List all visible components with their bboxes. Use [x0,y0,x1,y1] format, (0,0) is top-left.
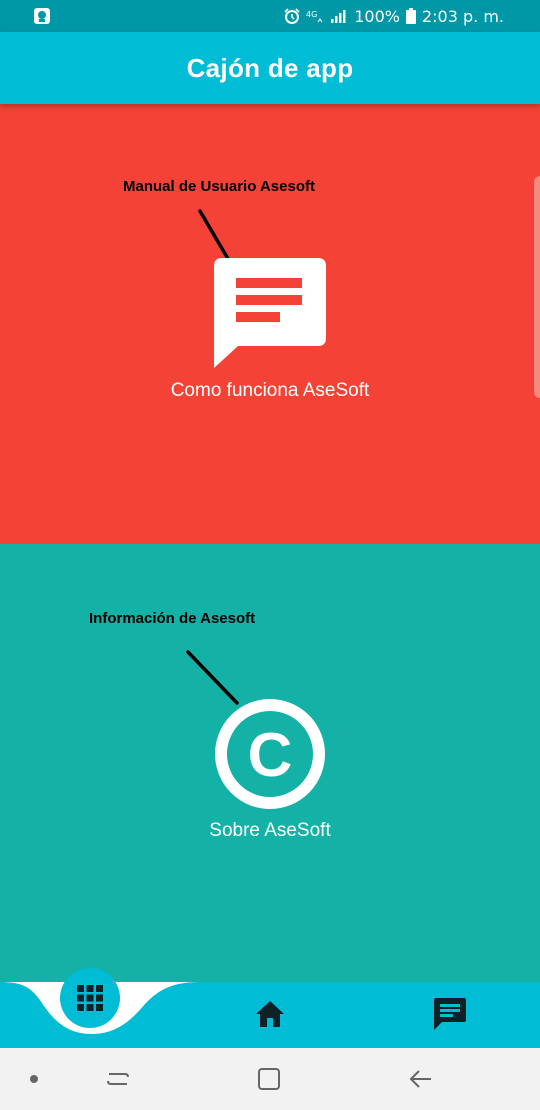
status-bar: 4G 100% 2:03 p. m. [0,0,540,32]
recent-apps-icon[interactable] [103,1064,133,1094]
battery-percent: 100% [354,6,400,26]
scrollbar-indicator[interactable] [534,176,540,398]
annotation-user-manual: Manual de Usuario Asesoft [123,178,315,195]
app-bar: Cajón de app [0,32,540,104]
card-label-how-it-works: Como funciona AseSoft [170,380,370,401]
system-navigation-bar [0,1048,540,1110]
svg-text:4G: 4G [306,10,317,19]
back-icon[interactable] [405,1064,435,1094]
battery-icon [405,8,416,24]
app-notification-icon [32,6,52,26]
page-title: Cajón de app [186,52,354,83]
card-about[interactable]: Información de Asesoft C Sobre AseSoft [0,544,540,982]
alarm-icon [284,8,300,24]
card-how-it-works[interactable]: Manual de Usuario Asesoft Como funciona … [0,104,540,544]
card-label-about: Sobre AseSoft [209,820,331,841]
4g-icon: 4G [306,8,324,24]
copyright-icon: C [214,698,326,815]
apps-grid-button[interactable] [60,968,120,1028]
home-icon[interactable] [252,996,288,1032]
signal-icon [330,8,348,24]
dot-icon [19,1064,49,1094]
clock-time: 2:03 p. m. [421,6,504,26]
home-square-icon[interactable] [254,1064,284,1094]
chat-message-icon [214,258,326,373]
chat-icon[interactable] [430,994,470,1034]
annotation-about: Información de Asesoft [89,610,256,627]
apps-grid-icon [77,985,103,1011]
svg-text:C: C [248,721,293,790]
